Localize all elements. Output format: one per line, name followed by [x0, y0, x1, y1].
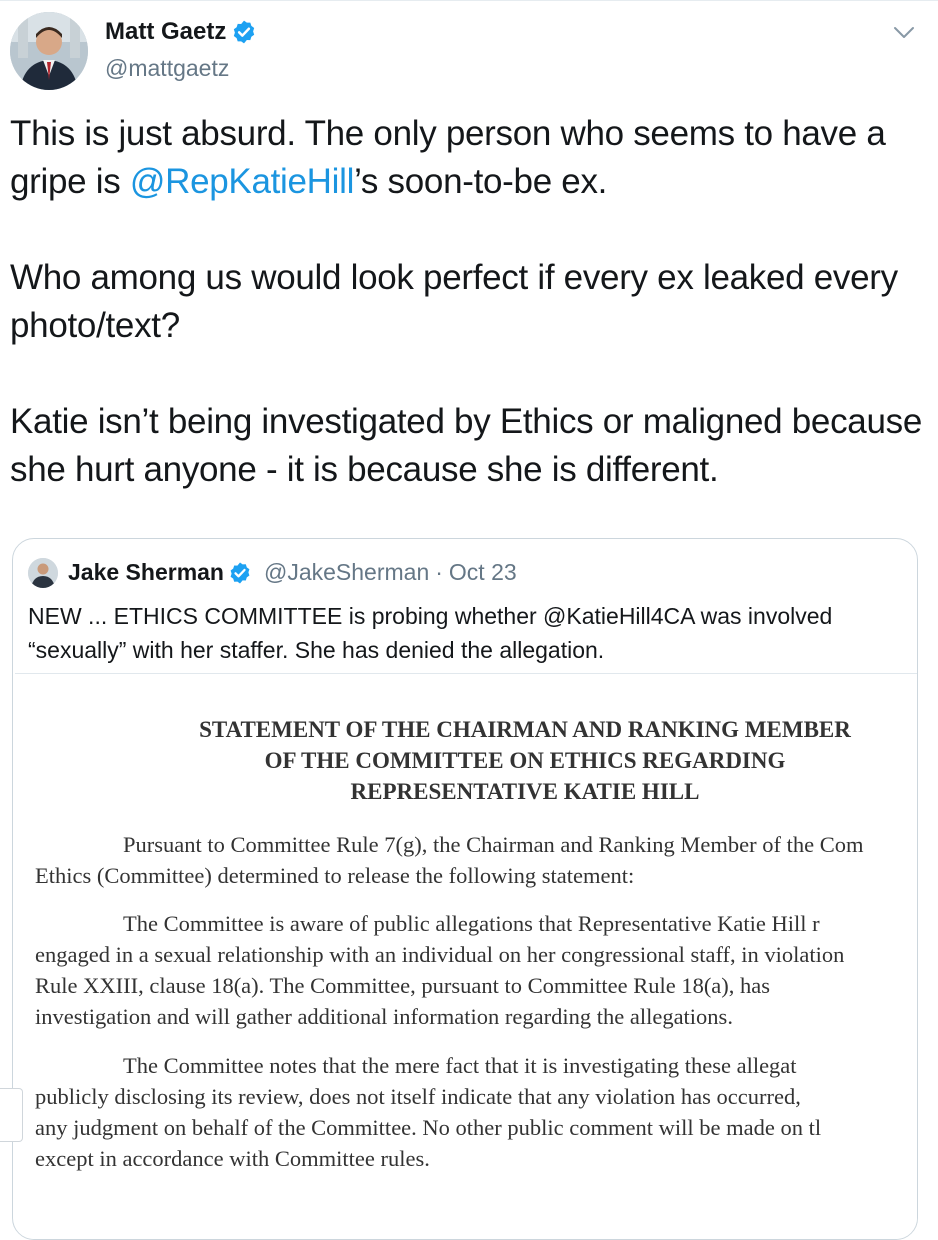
author-display-name[interactable]: Matt Gaetz	[105, 18, 226, 46]
quoted-tweet-card[interactable]: Jake Sherman @JakeSherman · Oct 23 NEW .…	[12, 538, 918, 1240]
quoted-header: Jake Sherman @JakeSherman · Oct 23	[68, 559, 517, 586]
document-line: publicly disclosing its review, does not…	[35, 1084, 801, 1109]
separator-dot: ·	[435, 559, 443, 585]
document-title-line: STATEMENT OF THE CHAIRMAN AND RANKING ME…	[199, 717, 851, 742]
quoted-author-avatar	[28, 558, 58, 588]
quoted-display-name: Jake Sherman	[68, 559, 224, 585]
document-title: STATEMENT OF THE CHAIRMAN AND RANKING ME…	[165, 714, 885, 807]
document-line: The Committee notes that the mere fact t…	[123, 1053, 797, 1078]
tweet-paragraph-1: This is just absurd. The only person who…	[10, 110, 930, 206]
side-scroll-handle[interactable]	[0, 1088, 23, 1142]
document-line: any judgment on behalf of the Committee.…	[35, 1115, 822, 1140]
quoted-text: NEW ... ETHICS COMMITTEE is probing whet…	[28, 603, 833, 663]
chevron-down-icon[interactable]	[892, 20, 916, 44]
tweet-text: This is just absurd. The only person who…	[10, 110, 930, 494]
document-title-line: REPRESENTATIVE KATIE HILL	[350, 779, 700, 804]
document-title-line: OF THE COMMITTEE ON ETHICS REGARDING	[264, 748, 786, 773]
document-line: investigation and will gather additional…	[35, 1004, 733, 1029]
document-image[interactable]: STATEMENT OF THE CHAIRMAN AND RANKING ME…	[15, 673, 917, 1239]
author-handle[interactable]: @mattgaetz	[105, 55, 229, 82]
quoted-handle: @JakeSherman	[263, 559, 430, 585]
verified-badge-icon	[230, 562, 250, 583]
verified-badge-icon	[234, 20, 255, 44]
quoted-date: Oct 23	[448, 559, 517, 585]
tweet-paragraph-3: Katie isn’t being investigated by Ethics…	[10, 402, 922, 489]
tweet-paragraph-2: Who among us would look perfect if every…	[10, 258, 898, 345]
top-divider	[0, 0, 938, 1]
author-avatar[interactable]	[10, 12, 88, 90]
document-line: Ethics (Committee) determined to release…	[35, 863, 635, 888]
document-line: except in accordance with Committee rule…	[35, 1146, 430, 1171]
document-line: Pursuant to Committee Rule 7(g), the Cha…	[123, 832, 864, 857]
author-name-row: Matt Gaetz	[105, 18, 257, 46]
document-line: The Committee is aware of public allegat…	[123, 911, 820, 936]
document-line: Rule XXIII, clause 18(a). The Committee,…	[35, 973, 771, 998]
tweet-text-segment: ’s soon-to-be ex.	[354, 162, 608, 201]
document-line: engaged in a sexual relationship with an…	[35, 942, 845, 967]
mention-link[interactable]: @RepKatieHill	[130, 162, 355, 201]
